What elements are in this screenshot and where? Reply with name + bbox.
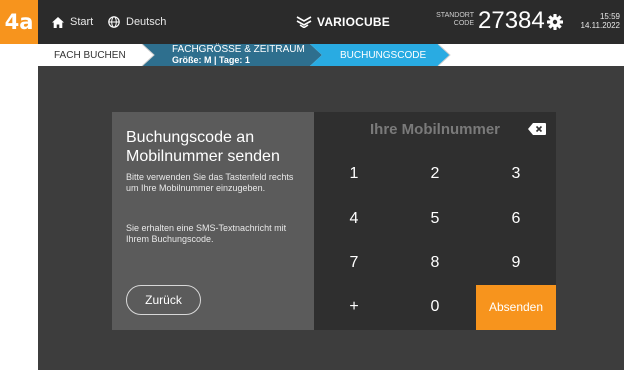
language-label: Deutsch [126,16,167,28]
brand-name: VARIOCUBE [317,15,390,29]
key-0[interactable]: 0 [395,286,475,328]
clock-time: 15:59 [599,12,620,21]
standort-code: 27384 [478,7,545,34]
panel-title: Buchungscode an Mobilnummer senden [126,129,280,165]
standort-label-line1: STANDORT [436,12,474,19]
key-9[interactable]: 9 [476,242,556,284]
panel-instruction: Bitte verwenden Sie das Tastenfeld recht… [126,172,294,193]
kiosk-screen: Start Deutsch VARIOCUBE STANDORT CODE 27… [38,0,624,370]
keypad: Ihre Mobilnummer 1 2 3 4 5 6 7 8 9 + 0 A… [314,112,556,330]
key-8[interactable]: 8 [395,242,475,284]
info-panel: Buchungscode an Mobilnummer senden Bitte… [112,112,314,330]
home-button[interactable]: Start [52,0,93,44]
variocube-logo-icon [296,16,312,28]
breadcrumb-arrows [38,44,451,66]
standort-label: STANDORT CODE [418,12,474,28]
home-label: Start [70,16,94,28]
breadcrumb-step-2[interactable]: FACHGRÖSSE & ZEITRAUM [172,44,305,55]
top-bar: Start Deutsch VARIOCUBE STANDORT CODE 27… [38,0,624,44]
globe-icon [108,16,120,28]
key-1[interactable]: 1 [314,153,394,195]
clock-date: 14.11.2022 [580,21,620,30]
breadcrumb-step-2-detail: Größe: M | Tage: 1 [172,55,250,65]
key-3[interactable]: 3 [476,153,556,195]
breadcrumb-step-1[interactable]: FACH BUCHEN [54,50,126,61]
key-plus[interactable]: + [314,286,394,328]
key-6[interactable]: 6 [476,198,556,240]
brand-logo: VARIOCUBE [296,0,390,44]
send-button[interactable]: Absenden [476,285,556,330]
back-button[interactable]: Zurück [126,285,201,315]
standort-label-line2: CODE [453,20,474,27]
key-7[interactable]: 7 [314,242,394,284]
clock: 15:59 14.11.2022 [578,12,620,30]
home-icon [52,16,64,28]
key-4[interactable]: 4 [314,198,394,240]
language-button[interactable]: Deutsch [108,0,166,44]
gear-icon[interactable] [546,13,564,31]
step-badge: 4a [0,0,38,44]
key-5[interactable]: 5 [395,198,475,240]
breadcrumb-step-3: BUCHUNGSCODE [340,50,427,61]
key-2[interactable]: 2 [395,153,475,195]
phone-number-display: Ihre Mobilnummer [369,121,500,138]
breadcrumb: FACH BUCHEN FACHGRÖSSE & ZEITRAUM Größe:… [38,44,624,66]
backspace-icon[interactable] [528,123,546,135]
panel-info: Sie erhalten eine SMS-Textnachricht mit … [126,223,287,244]
